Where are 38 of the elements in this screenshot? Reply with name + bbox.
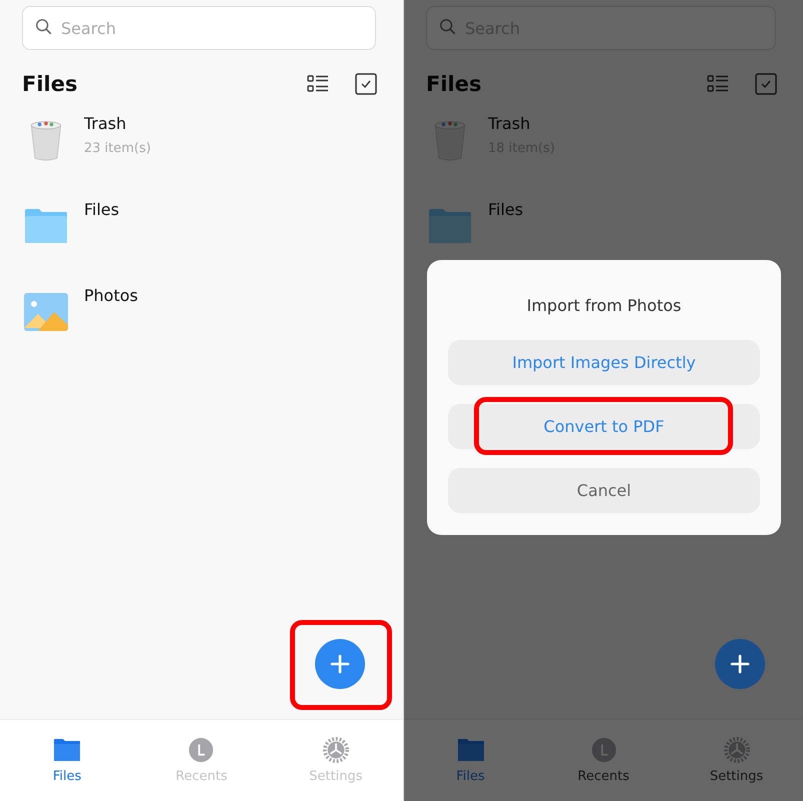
folder-icon xyxy=(53,737,82,763)
nav-tab[interactable]: Files xyxy=(0,720,134,801)
select-checkbox-icon[interactable] xyxy=(355,73,377,95)
search-icon xyxy=(35,18,53,36)
gear-icon xyxy=(322,737,350,763)
nav-tab[interactable]: Recents xyxy=(537,720,670,801)
cancel-button[interactable]: Cancel xyxy=(448,468,760,513)
option-button[interactable]: Import Images Directly xyxy=(448,340,760,385)
item-name: Photos xyxy=(84,286,138,305)
item-name: Trash xyxy=(84,114,128,133)
plus-icon xyxy=(330,654,350,674)
plus-icon xyxy=(730,654,750,674)
nav-tab[interactable]: Settings xyxy=(670,720,803,801)
option-button[interactable]: Convert to PDF xyxy=(448,404,760,449)
clock-icon xyxy=(187,737,216,763)
section-title: Files xyxy=(426,72,482,96)
add-button[interactable] xyxy=(315,639,365,689)
search-icon xyxy=(439,18,457,36)
item-name: Files xyxy=(84,200,120,219)
nav-tab[interactable]: Files xyxy=(404,720,537,801)
file-list-item[interactable]: Files xyxy=(0,200,403,286)
folder-icon xyxy=(456,737,484,763)
item-count: 23 item(s) xyxy=(84,141,151,156)
item-name: Files xyxy=(488,200,524,219)
file-list-item[interactable]: Photos xyxy=(0,286,403,372)
section-title: Files xyxy=(22,72,78,96)
nav-tab[interactable]: Recents xyxy=(134,720,269,801)
clock-icon xyxy=(590,737,618,763)
search-field[interactable]: Search xyxy=(22,6,376,50)
dialog-title: Import from Photos xyxy=(526,296,682,315)
add-button[interactable] xyxy=(715,639,765,689)
select-checkbox-icon[interactable] xyxy=(755,73,777,95)
gear-icon xyxy=(722,737,750,763)
image-icon xyxy=(24,290,68,334)
nav-tab[interactable]: Settings xyxy=(268,720,403,801)
item-name: Trash xyxy=(488,114,532,133)
file-list-item[interactable]: Trash 23 item(s) xyxy=(0,114,403,200)
file-list-item[interactable]: Files xyxy=(404,200,803,286)
